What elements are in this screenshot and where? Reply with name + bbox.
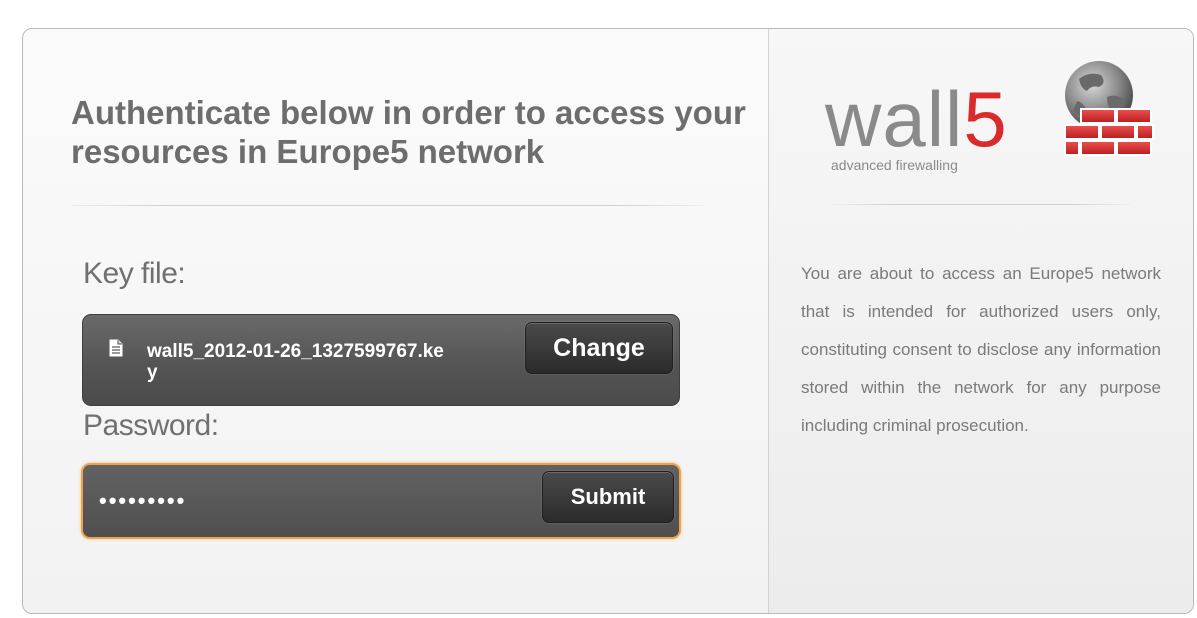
password-field-container: Submit	[81, 463, 681, 539]
key-file-field: wall5_2012-01-26_1327599767.key Change	[82, 314, 680, 406]
globe-brick-wall-icon	[1064, 61, 1154, 156]
file-icon	[109, 339, 123, 357]
key-file-label: Key file:	[83, 257, 186, 290]
wall5-logo: wall5 advanced firewalling	[825, 61, 1165, 189]
page-title: Authenticate below in order to access yo…	[71, 94, 746, 170]
info-section: wall5 advanced firewalling You are about…	[769, 29, 1193, 613]
password-label: Password:	[83, 409, 219, 442]
submit-button[interactable]: Submit	[542, 471, 674, 523]
login-panel: Authenticate below in order to access yo…	[22, 28, 1194, 614]
change-key-button[interactable]: Change	[525, 322, 673, 374]
password-input[interactable]	[97, 481, 531, 521]
title-divider	[71, 205, 703, 206]
key-file-name: wall5_2012-01-26_1327599767.key	[147, 341, 444, 383]
logo-divider	[831, 204, 1131, 205]
logo-number: 5	[963, 75, 1008, 163]
legal-notice: You are about to access an Europe5 netwo…	[801, 264, 1161, 435]
logo-word: wall	[825, 75, 964, 163]
logo-wordmark: wall5	[825, 79, 1008, 159]
logo-tagline: advanced firewalling	[831, 157, 958, 173]
auth-section: Authenticate below in order to access yo…	[23, 29, 768, 613]
